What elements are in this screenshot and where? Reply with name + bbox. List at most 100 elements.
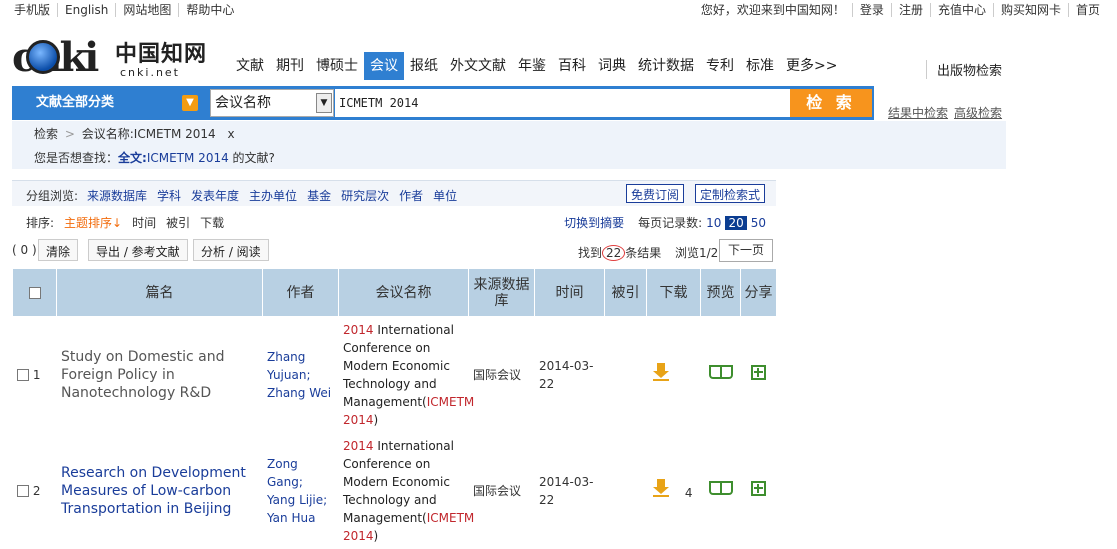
search-button[interactable]: 检 索	[790, 89, 872, 117]
sort-label: 排序:	[26, 216, 55, 230]
breadcrumb-root[interactable]: 检索	[34, 127, 58, 141]
suggestion-link[interactable]: ICMETM 2014	[147, 151, 229, 165]
nav-item-theses[interactable]: 博硕士	[310, 52, 364, 80]
mobile-link[interactable]: 手机版	[14, 3, 59, 17]
row-title-link[interactable]: Study on Domestic and Foreign Policy in …	[61, 349, 225, 401]
field-select[interactable]: 会议名称 ▼	[210, 89, 334, 117]
nav-item-journals[interactable]: 期刊	[270, 52, 310, 80]
english-link[interactable]: English	[58, 3, 117, 17]
table-header: 篇名 作者 会议名称 来源数据库 时间 被引 下载 预览 分享	[12, 268, 777, 317]
row-date: 2014-03-22	[539, 474, 594, 507]
cnki-logo[interactable]: cnki 中国知网 cnki.net	[12, 32, 212, 82]
nav-item-yearbooks[interactable]: 年鉴	[512, 52, 552, 80]
suggestion-prefix: 您是否想查找：	[34, 151, 119, 165]
group-item-fund[interactable]: 基金	[307, 187, 331, 204]
custom-search-button[interactable]: 定制检索式	[695, 184, 766, 203]
nav-item-standards[interactable]: 标准	[740, 52, 780, 80]
sort-cited[interactable]: 被引	[166, 214, 190, 231]
row-authors[interactable]: Zong Gang; Yang Lijie; Yan Hua	[267, 457, 327, 525]
login-link[interactable]: 登录	[853, 3, 892, 17]
nav-item-statistics[interactable]: 统计数据	[632, 52, 700, 80]
row-cited-cell	[604, 432, 647, 549]
select-all-cell	[12, 268, 57, 317]
per-page-50[interactable]: 50	[751, 216, 766, 230]
register-link[interactable]: 注册	[892, 3, 931, 17]
next-page-button[interactable]: 下一页	[719, 239, 773, 262]
share-plus-icon[interactable]	[751, 364, 766, 380]
row-title-link[interactable]: Research on Development Measures of Low-…	[61, 465, 246, 517]
group-item-sponsor[interactable]: 主办单位	[249, 187, 297, 204]
group-item-year[interactable]: 发表年度	[191, 187, 239, 204]
publication-search-link[interactable]: 出版物检索	[926, 60, 1002, 79]
header-source[interactable]: 来源数据库	[468, 268, 535, 317]
row-checkbox[interactable]	[17, 369, 29, 381]
nav-item-literature[interactable]: 文献	[230, 52, 270, 80]
category-selector[interactable]: 文献全部分类 ▼	[12, 86, 208, 120]
header-time[interactable]: 时间	[534, 268, 605, 317]
group-item-unit[interactable]: 单位	[433, 187, 457, 204]
home-link[interactable]: 首页	[1069, 3, 1107, 17]
row-source-cell: 国际会议	[468, 432, 535, 549]
header-cited[interactable]: 被引	[604, 268, 647, 317]
nav-item-dictionary[interactable]: 词典	[592, 52, 632, 80]
header-conference[interactable]: 会议名称	[338, 268, 469, 317]
row-author-cell: Zhang Yujuan; Zhang Wei	[262, 316, 339, 433]
advanced-search-link[interactable]: 高级检索	[954, 106, 1002, 120]
nav-item-more[interactable]: 更多>>	[780, 52, 843, 80]
select-all-checkbox[interactable]	[28, 286, 41, 299]
search-input[interactable]: ICMETM 2014	[335, 89, 790, 117]
category-label: 文献全部分类	[36, 95, 115, 110]
download-icon[interactable]	[653, 363, 669, 381]
nav-item-conference[interactable]: 会议	[364, 52, 404, 80]
header-downloads[interactable]: 下载	[646, 268, 701, 317]
preview-book-icon[interactable]	[708, 481, 733, 495]
row-conference[interactable]: 2014 International Conference on Modern …	[343, 323, 474, 427]
sort-relevance[interactable]: 主题排序↓	[64, 214, 122, 231]
header-author[interactable]: 作者	[262, 268, 339, 317]
found-prefix: 找到	[578, 246, 603, 260]
search-in-results-link[interactable]: 结果中检索	[888, 106, 948, 120]
switch-abstract-link[interactable]: 切换到摘要	[564, 214, 624, 231]
group-item-source[interactable]: 来源数据库	[87, 187, 147, 204]
row-source: 国际会议	[473, 483, 522, 498]
sort-time[interactable]: 时间	[132, 214, 156, 231]
row-title-cell: Study on Domestic and Foreign Policy in …	[56, 316, 263, 433]
row-conference[interactable]: 2014 International Conference on Modern …	[343, 439, 474, 543]
per-page-20[interactable]: 20	[725, 215, 747, 230]
preview-book-icon[interactable]	[708, 365, 733, 379]
export-button[interactable]: 导出 / 参考文献	[88, 239, 188, 261]
per-page-10[interactable]: 10	[706, 216, 721, 230]
nav-item-newspapers[interactable]: 报纸	[404, 52, 444, 80]
close-icon[interactable]: x	[228, 127, 235, 141]
recharge-link[interactable]: 充值中心	[931, 3, 994, 17]
nav-item-foreign[interactable]: 外文文献	[444, 52, 512, 80]
help-link[interactable]: 帮助中心	[179, 3, 241, 17]
welcome-text: 您好，欢迎来到中国知网！	[694, 3, 853, 17]
row-authors[interactable]: Zhang Yujuan; Zhang Wei	[267, 350, 331, 400]
group-item-author[interactable]: 作者	[399, 187, 423, 204]
clear-button[interactable]: 清除	[38, 239, 79, 261]
row-checkbox[interactable]	[17, 485, 29, 497]
row-number: 1	[32, 367, 41, 382]
sitemap-link[interactable]: 网站地图	[116, 3, 180, 17]
group-item-subject[interactable]: 学科	[157, 187, 181, 204]
analyze-button[interactable]: 分析 / 阅读	[193, 239, 269, 261]
sort-downloads[interactable]: 下载	[200, 214, 224, 231]
top-bar: 手机版 English 网站地图 帮助中心 您好，欢迎来到中国知网！ 登录 注册…	[0, 0, 1117, 22]
header-title[interactable]: 篇名	[56, 268, 263, 317]
share-plus-icon[interactable]	[751, 480, 766, 496]
suggestion: 您是否想查找：全文:ICMETM 2014 的文献?	[34, 149, 275, 166]
free-subscribe-button[interactable]: 免费订阅	[626, 184, 685, 203]
nav-item-patents[interactable]: 专利	[700, 52, 740, 80]
buy-card-link[interactable]: 购买知网卡	[994, 3, 1069, 17]
nav-item-encyclopedia[interactable]: 百科	[552, 52, 592, 80]
row-share-cell	[740, 432, 777, 549]
table-row: 2 Research on Development Measures of Lo…	[12, 432, 777, 549]
row-date-cell: 2014-03-22	[534, 316, 605, 433]
row-download-cell	[646, 316, 701, 433]
page-indicator: 浏览1/2	[675, 246, 719, 260]
main-nav: 文献 期刊 博硕士 会议 报纸 外文文献 年鉴 百科 词典 统计数据 专利 标准…	[230, 52, 843, 80]
conf-end: )	[373, 528, 379, 543]
group-item-level[interactable]: 研究层次	[341, 187, 389, 204]
download-icon[interactable]	[653, 479, 669, 497]
